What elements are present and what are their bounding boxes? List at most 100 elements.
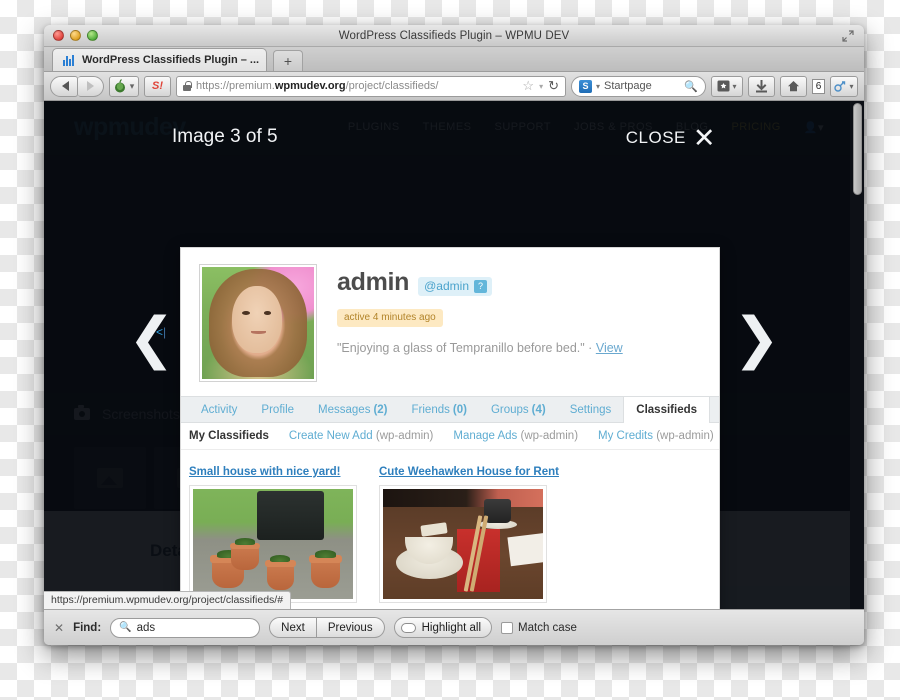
search-icon[interactable]: 🔍 xyxy=(684,80,698,93)
downloads-button[interactable] xyxy=(748,75,775,97)
highlight-all-toggle[interactable]: Highlight all xyxy=(393,617,493,638)
handle-badge[interactable]: @admin ? xyxy=(418,277,492,296)
lightbox-next-button[interactable]: ❯ xyxy=(733,311,780,367)
find-bar[interactable]: ✕ Find: 🔍 ads Next Previous Highlight al… xyxy=(44,609,864,645)
stumbleupon-button[interactable]: S! xyxy=(144,75,171,97)
browser-window: WordPress Classifieds Plugin – WPMU DEV … xyxy=(44,25,864,645)
tab-classifieds[interactable]: Classifieds xyxy=(623,397,711,423)
profile-card: admin @admin ? active 4 minutes ago "Enj… xyxy=(180,247,720,609)
search-input[interactable]: 🔍 ads xyxy=(110,617,261,638)
page-title: admin xyxy=(337,268,410,296)
download-arrow-icon xyxy=(756,79,767,92)
handle-text: @admin xyxy=(424,279,469,293)
chevron-down-icon[interactable]: ▾ xyxy=(539,82,543,91)
match-case-label: Match case xyxy=(518,621,577,634)
listing-thumbnail[interactable] xyxy=(379,485,547,603)
username-row: admin @admin ? xyxy=(337,268,623,297)
tab-settings[interactable]: Settings xyxy=(558,397,624,422)
close-icon[interactable]: ✕ xyxy=(693,124,716,151)
quote-separator: · xyxy=(588,341,593,355)
search-bar[interactable]: S ▾ Startpage 🔍 xyxy=(571,75,706,97)
list-item[interactable]: Cute Weehawken House for Rent xyxy=(379,466,559,603)
tab-friends[interactable]: Friends (0) xyxy=(400,397,479,422)
stumbleupon-icon: S! xyxy=(152,80,163,92)
view-update-link[interactable]: View xyxy=(596,341,623,355)
tab-strip[interactable]: WordPress Classifieds Plugin – ... + xyxy=(44,47,864,72)
back-arrow-icon xyxy=(62,81,69,91)
status-badge: active 4 minutes ago xyxy=(337,309,443,327)
subtab-my-classifieds[interactable]: My Classifieds xyxy=(189,430,269,442)
find-next-button[interactable]: Next xyxy=(269,617,317,638)
match-case-checkbox[interactable]: Match case xyxy=(501,621,577,634)
extension-button[interactable]: ▾ xyxy=(109,75,139,97)
lightbox-close-button[interactable]: CLOSE ✕ xyxy=(626,124,716,151)
page-viewport[interactable]: Screenshots Detail buy and sell goods on… xyxy=(44,101,864,609)
reload-icon[interactable]: ↻ xyxy=(548,78,559,94)
profile-tabs[interactable]: Activity Profile Messages (2) Friends (0) … xyxy=(181,396,719,423)
link-status-tooltip: https://premium.wpmudev.org/project/clas… xyxy=(44,591,292,609)
listing-title-link[interactable]: Small house with nice yard! xyxy=(189,466,357,478)
tab-profile[interactable]: Profile xyxy=(249,397,306,422)
window-titlebar[interactable]: WordPress Classifieds Plugin – WPMU DEV xyxy=(44,25,864,47)
avatar-image xyxy=(202,267,314,379)
bookmarks-menu-button[interactable]: ▾ xyxy=(711,75,743,97)
browser-toolbar[interactable]: ▾ S! https://premium.wpmudev.org/project… xyxy=(44,72,864,101)
magnifier-icon: 🔍 xyxy=(119,622,132,633)
find-label: Find: xyxy=(73,621,102,634)
forward-button[interactable] xyxy=(78,75,104,97)
onion-icon xyxy=(114,79,125,93)
lightbox-counter: Image 3 of 5 xyxy=(172,126,278,147)
help-icon[interactable]: ? xyxy=(474,279,487,293)
close-icon[interactable]: ✕ xyxy=(54,621,64,635)
table-setting-photo xyxy=(383,489,543,599)
profile-header: admin @admin ? active 4 minutes ago "Enj… xyxy=(181,248,719,392)
window-title: WordPress Classifieds Plugin – WPMU DEV xyxy=(338,29,570,42)
vertical-scrollbar[interactable] xyxy=(850,101,864,609)
profile-subtabs[interactable]: My Classifieds Create New Add (wp-admin)… xyxy=(181,423,719,450)
home-button[interactable] xyxy=(780,75,807,97)
startpage-icon: S xyxy=(579,79,592,93)
find-query-value: ads xyxy=(136,621,156,634)
classified-listings: Small house with nice yard! Cute Weehawk… xyxy=(181,450,719,603)
tab-messages[interactable]: Messages (2) xyxy=(306,397,399,422)
subtab-manage-ads[interactable]: Manage Ads (wp-admin) xyxy=(453,430,578,442)
profile-info: admin @admin ? active 4 minutes ago "Enj… xyxy=(337,264,623,382)
subtab-create-new-add[interactable]: Create New Add (wp-admin) xyxy=(289,430,433,442)
new-tab-button[interactable]: + xyxy=(273,50,303,71)
navigation-buttons[interactable] xyxy=(50,75,104,97)
url-bar-actions[interactable]: ☆ ▾ ↻ xyxy=(522,78,559,94)
tab-count-badge[interactable]: 6 xyxy=(812,78,825,94)
lightbox-overlay[interactable]: Image 3 of 5 CLOSE ✕ ❮ ❯ <| admin @admin… xyxy=(44,101,864,609)
tab-activity[interactable]: Activity xyxy=(189,397,249,422)
lock-icon xyxy=(183,81,192,91)
home-icon xyxy=(788,81,799,92)
scrollbar-thumb[interactable] xyxy=(853,103,862,195)
list-item[interactable]: Small house with nice yard! xyxy=(189,466,357,603)
toggle-icon xyxy=(400,622,416,633)
listing-title-link[interactable]: Cute Weehawken House for Rent xyxy=(379,466,559,478)
back-button[interactable] xyxy=(50,75,78,97)
checkbox-icon[interactable] xyxy=(501,621,514,634)
tab-groups-button[interactable]: ▾ xyxy=(830,75,858,97)
chevron-down-icon[interactable]: ▾ xyxy=(596,82,600,91)
browser-tab-active[interactable]: WordPress Classifieds Plugin – ... xyxy=(52,48,267,71)
bookmark-star-icon[interactable]: ☆ xyxy=(522,78,534,94)
listing-thumbnail[interactable] xyxy=(189,485,357,603)
avatar[interactable] xyxy=(199,264,317,382)
url-bar[interactable]: https://premium.wpmudev.org/project/clas… xyxy=(176,75,566,97)
highlight-all-label: Highlight all xyxy=(421,621,482,634)
bookmark-box-icon xyxy=(717,80,730,92)
forward-arrow-icon xyxy=(87,81,94,91)
caret-fragment-artifact: <| xyxy=(156,325,167,339)
find-previous-button[interactable]: Previous xyxy=(316,617,385,638)
url-text: https://premium.wpmudev.org/project/clas… xyxy=(196,80,439,92)
patio-flower-pots-photo xyxy=(193,489,353,599)
tab-groups[interactable]: Groups (4) xyxy=(479,397,558,422)
wordpress-favicon xyxy=(63,54,76,66)
lightbox-prev-button[interactable]: ❮ xyxy=(128,311,175,367)
subtab-my-credits[interactable]: My Credits (wp-admin) xyxy=(598,430,714,442)
latest-update: "Enjoying a glass of Tempranillo before … xyxy=(337,341,623,355)
fullscreen-icon[interactable] xyxy=(842,30,854,42)
find-nav-buttons[interactable]: Next Previous xyxy=(269,617,385,638)
tab-label: WordPress Classifieds Plugin – ... xyxy=(82,54,260,66)
